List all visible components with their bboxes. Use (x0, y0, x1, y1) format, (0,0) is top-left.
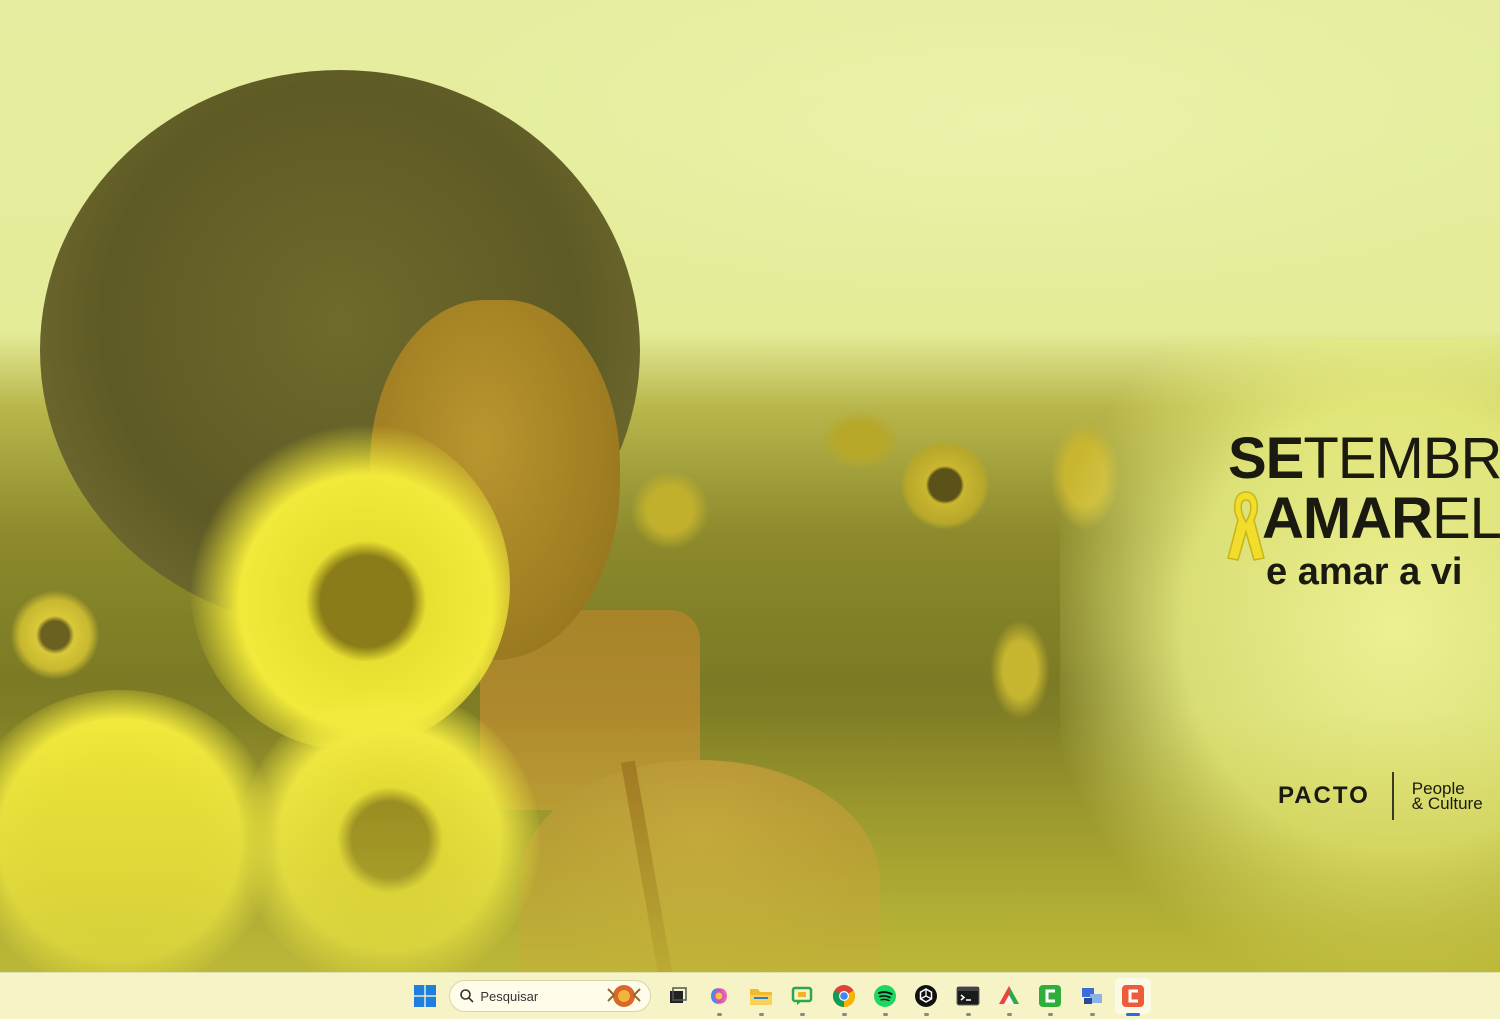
chat-icon (791, 986, 813, 1005)
task-view-button[interactable] (660, 978, 696, 1014)
search-icon (460, 989, 474, 1003)
start-button[interactable] (407, 978, 443, 1014)
chatgpt-button[interactable] (908, 978, 944, 1016)
campaign-line-2: AMAREL (1262, 490, 1500, 548)
running-indicator (924, 1013, 930, 1016)
chat-button[interactable] (784, 978, 820, 1016)
copilot-button[interactable] (701, 978, 737, 1016)
sunflower-decoration (630, 470, 710, 550)
brand-subtitle-line-2: & Culture (1411, 794, 1483, 813)
campaign-line-2-regular: EL (1431, 486, 1500, 551)
taskbar: Pesquisar (0, 972, 1500, 1019)
sunflower-decoration (900, 440, 990, 530)
drawing-app-button[interactable] (991, 978, 1027, 1016)
taskbar-search-box[interactable]: Pesquisar (449, 980, 652, 1012)
brand-logo: PACTO People & Culture (1278, 772, 1483, 820)
file-explorer-button[interactable] (743, 978, 779, 1016)
search-highlight-icon (607, 985, 642, 1007)
brand-subtitle: People & Culture (1411, 780, 1483, 813)
camtasia-recorder-button[interactable] (1115, 978, 1152, 1016)
campaign-line-1-bold: SE (1228, 426, 1304, 491)
chatgpt-icon (915, 985, 938, 1007)
camtasia-recorder-icon (1122, 985, 1145, 1007)
chrome-button[interactable] (826, 978, 862, 1016)
sunflower-decoration (820, 410, 900, 470)
terminal-button[interactable] (950, 978, 986, 1016)
network-tool-icon (1081, 988, 1102, 1004)
camtasia-button[interactable] (1032, 978, 1068, 1016)
folder-icon (749, 989, 772, 1005)
campaign-title: SETEMBRO AMAREL e amar a vi (1227, 428, 1500, 593)
terminal-icon (956, 986, 980, 1006)
chrome-icon (832, 985, 855, 1007)
spotify-icon (873, 985, 896, 1007)
copilot-icon (711, 988, 728, 1004)
running-indicator (800, 1013, 806, 1016)
task-view-icon (670, 987, 687, 1003)
search-placeholder: Pesquisar (480, 988, 539, 1004)
running-indicator (717, 1013, 723, 1016)
wallpaper-haze (0, 712, 1500, 972)
running-indicator (1048, 1013, 1054, 1016)
windows-logo-icon (413, 985, 436, 1007)
campaign-line-1-regular: TEMBRO (1303, 426, 1500, 491)
running-indicator (1007, 1013, 1013, 1016)
running-indicator (965, 1013, 971, 1016)
sunflower-decoration (10, 590, 100, 680)
brand-divider (1391, 772, 1394, 820)
drawing-app-icon (999, 986, 1020, 1004)
running-indicator (758, 1013, 764, 1016)
spotify-button[interactable] (867, 978, 903, 1016)
desktop-wallpaper: SETEMBRO AMAREL e amar a vi PACTO People… (0, 0, 1500, 972)
campaign-line-2-bold: AMAR (1262, 486, 1433, 551)
camtasia-icon (1039, 985, 1062, 1007)
brand-name: PACTO (1278, 782, 1370, 809)
network-tool-button[interactable] (1074, 978, 1110, 1016)
campaign-line-3: e amar a vi (1266, 551, 1463, 593)
taskbar-icons: Pesquisar (404, 973, 1154, 1019)
campaign-line-1: SETEMBRO (1228, 428, 1500, 490)
running-indicator (1089, 1013, 1095, 1016)
yellow-ribbon-icon (1227, 491, 1265, 561)
sunflower-decoration (990, 620, 1050, 720)
active-indicator (1126, 1013, 1141, 1016)
running-indicator (841, 1013, 847, 1016)
running-indicator (882, 1013, 888, 1016)
